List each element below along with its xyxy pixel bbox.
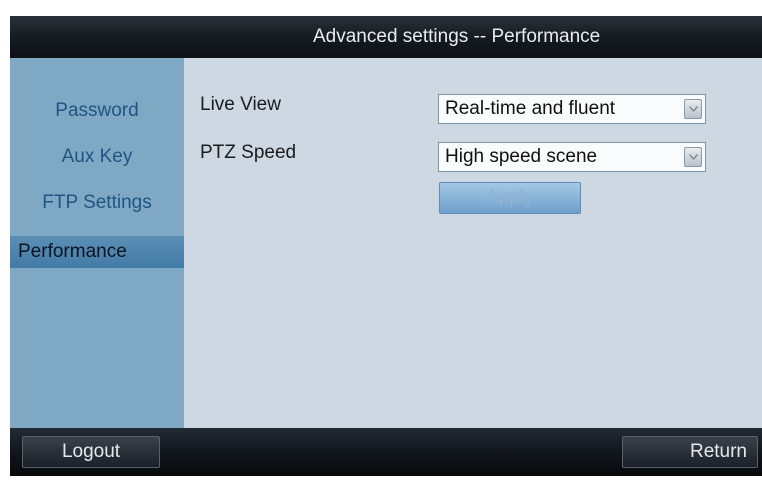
sidebar: Password Aux Key FTP Settings Performanc… bbox=[10, 58, 184, 428]
ptz-speed-label: PTZ Speed bbox=[200, 142, 297, 163]
bottom-bar: Logout Return bbox=[10, 428, 762, 476]
sidebar-item-performance[interactable]: Performance bbox=[10, 236, 184, 268]
app-window: Advanced settings -- Performance Passwor… bbox=[10, 16, 762, 476]
settings-panel: Live View Real-time and fluent PTZ Speed… bbox=[184, 58, 762, 428]
apply-button[interactable]: Apply bbox=[439, 182, 581, 214]
chevron-down-icon[interactable] bbox=[684, 99, 702, 119]
live-view-select[interactable]: Real-time and fluent bbox=[438, 94, 706, 124]
ptz-speed-select[interactable]: High speed scene bbox=[438, 142, 706, 172]
logout-button[interactable]: Logout bbox=[22, 436, 160, 468]
return-button[interactable]: Return bbox=[622, 436, 758, 468]
chevron-down-icon[interactable] bbox=[684, 147, 702, 167]
live-view-value: Real-time and fluent bbox=[445, 98, 616, 119]
live-view-label: Live View bbox=[200, 94, 281, 115]
sidebar-item-aux-key[interactable]: Aux Key bbox=[10, 146, 184, 168]
title-bar: Advanced settings -- Performance bbox=[10, 16, 762, 58]
sidebar-item-password[interactable]: Password bbox=[10, 100, 184, 122]
page-title: Advanced settings -- Performance bbox=[313, 26, 601, 47]
sidebar-item-ftp-settings[interactable]: FTP Settings bbox=[10, 192, 184, 214]
ptz-speed-value: High speed scene bbox=[445, 146, 598, 167]
